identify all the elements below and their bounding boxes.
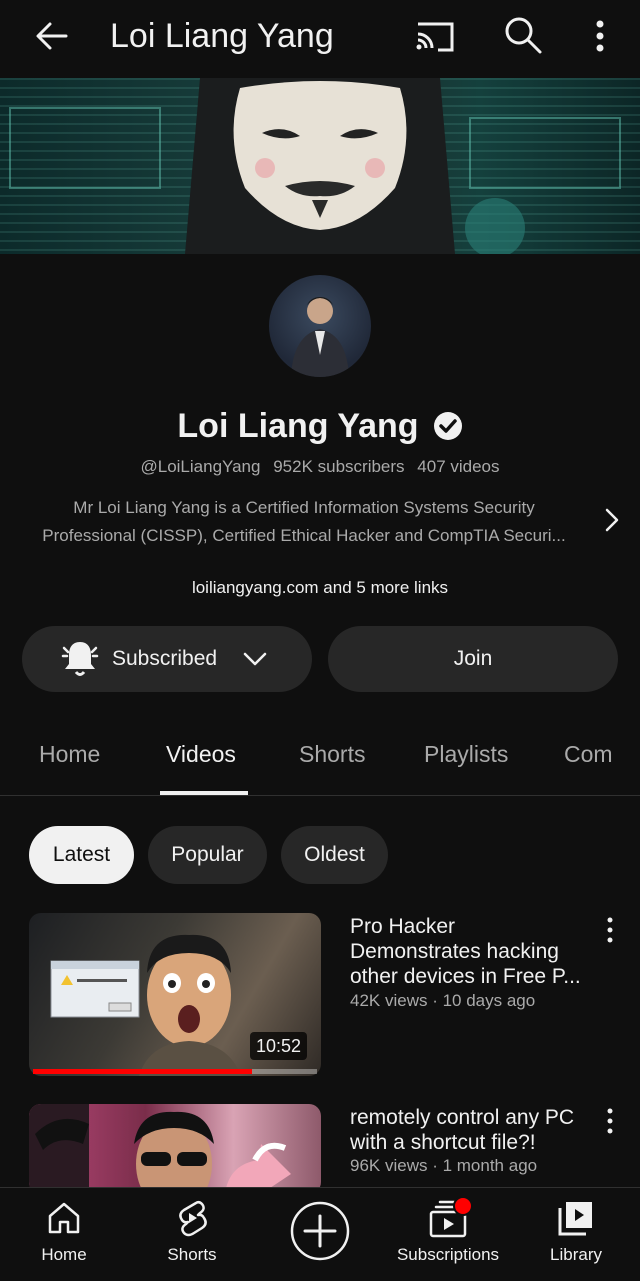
channel-avatar[interactable] <box>269 275 371 377</box>
create-icon[interactable] <box>289 1200 351 1262</box>
video-duration: 10:52 <box>250 1032 308 1060</box>
thumbnail-image <box>29 1104 291 1194</box>
channel-name: Loi Liang Yang <box>0 402 640 448</box>
video-more-options-icon[interactable] <box>602 1106 618 1136</box>
bell-icon <box>61 642 99 676</box>
description-line-2: Professional (CISSP), Certified Ethical … <box>42 526 566 545</box>
video-count: 407 videos <box>417 457 500 476</box>
video-title-line-3: other devices in Free P... <box>350 965 581 988</box>
channel-handle: @LoiLiangYang <box>140 457 261 476</box>
cast-icon[interactable] <box>412 14 458 58</box>
nav-label-home[interactable]: Home <box>24 1244 104 1266</box>
channel-name-text: Loi Liang Yang <box>177 407 419 446</box>
tab-playlists[interactable]: Playlists <box>424 737 508 771</box>
tab-home[interactable]: Home <box>39 737 100 771</box>
chevron-right-icon[interactable] <box>600 506 624 534</box>
home-icon[interactable] <box>44 1198 84 1238</box>
shorts-icon[interactable] <box>172 1198 212 1238</box>
tab-videos[interactable]: Videos <box>166 737 236 771</box>
video-title-line-2: with a shortcut file?! <box>350 1131 536 1154</box>
subscribed-label: Subscribed <box>112 647 218 670</box>
watch-progress-bar <box>33 1069 252 1074</box>
tab-shorts[interactable]: Shorts <box>299 737 365 771</box>
chip-oldest[interactable]: Oldest <box>281 826 388 884</box>
channel-banner <box>0 78 640 254</box>
channel-links[interactable]: loiliangyang.com and 5 more links <box>0 575 640 601</box>
chip-latest[interactable]: Latest <box>29 826 134 884</box>
tab-community[interactable]: Com <box>564 737 613 771</box>
nav-label-library[interactable]: Library <box>536 1244 616 1266</box>
video-title-line-1: Pro Hacker <box>350 915 456 938</box>
tab-divider <box>0 795 640 796</box>
description-line-1: Mr Loi Liang Yang is a Certified Informa… <box>73 498 535 517</box>
video-meta: 42K views · 10 days ago <box>350 991 536 1010</box>
video-more-options-icon[interactable] <box>602 915 618 945</box>
channel-meta: @LoiLiangYang 952K subscribers 407 video… <box>0 454 640 480</box>
back-arrow-icon[interactable] <box>30 14 74 58</box>
more-options-icon[interactable] <box>586 14 614 58</box>
video-title[interactable]: remotely control any PC with a shortcut … <box>350 1105 590 1155</box>
channel-description[interactable]: Mr Loi Liang Yang is a Certified Informa… <box>24 494 584 550</box>
video-meta: 96K views · 1 month ago <box>350 1156 538 1175</box>
video-title[interactable]: Pro Hacker Demonstrates hacking other de… <box>350 914 590 989</box>
nav-label-subscriptions[interactable]: Subscriptions <box>378 1244 518 1266</box>
video-title-line-2: Demonstrates hacking <box>350 940 559 963</box>
video-thumbnail[interactable] <box>29 1104 321 1194</box>
chip-popular[interactable]: Popular <box>148 826 267 884</box>
hacker-mask-illustration <box>9 78 621 254</box>
video-title-line-1: remotely control any PC <box>350 1106 575 1129</box>
subscriber-count: 952K subscribers <box>273 457 405 476</box>
avatar-person-photo <box>291 297 349 377</box>
join-label: Join <box>453 647 493 670</box>
page-title: Loi Liang Yang <box>110 17 334 55</box>
verified-badge-icon <box>433 412 462 441</box>
nav-label-shorts[interactable]: Shorts <box>152 1244 232 1266</box>
chevron-down-icon <box>243 652 267 666</box>
notification-dot <box>453 1196 473 1216</box>
search-icon[interactable] <box>500 12 546 58</box>
library-icon[interactable] <box>556 1198 596 1238</box>
